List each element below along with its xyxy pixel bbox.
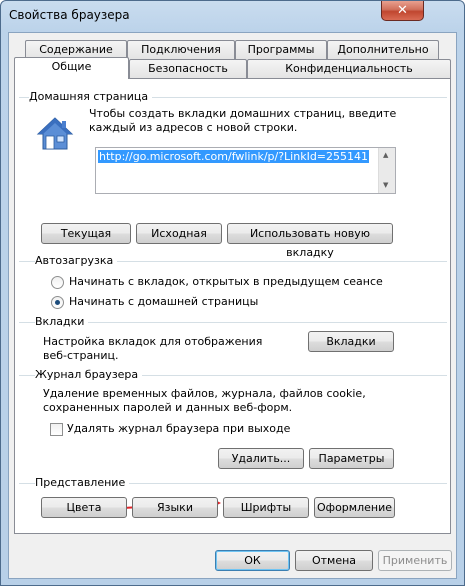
delete-on-exit-checkbox[interactable] [50,423,63,436]
tab-general[interactable]: Общие [14,57,129,79]
fonts-button[interactable]: Шрифты [223,497,309,518]
scroll-down-icon[interactable]: ▼ [383,181,388,189]
window-title: Свойства браузера [9,8,130,22]
home-description-1: Чтобы создать вкладки домашних страниц, … [89,107,397,120]
use-new-tab-button[interactable]: Использовать новую вкладку [227,223,393,259]
languages-button[interactable]: Языки [132,497,218,518]
home-section-label: Домашняя страница [29,90,153,103]
startup-tabs-label[interactable]: Начинать с вкладок, открытых в предыдуще… [69,275,383,289]
startup-tabs-radio[interactable] [51,276,64,289]
tab-programs[interactable]: Программы [235,40,327,59]
history-description-2: сохраненных паролей и данных веб-форм. [43,401,293,414]
tab-advanced[interactable]: Дополнительно [327,40,439,59]
close-icon: ✕ [397,3,408,18]
home-description-2: каждый из адресов с новой строки. [89,121,298,134]
tab-privacy[interactable]: Конфиденциальность [247,59,451,78]
tabs-settings-button[interactable]: Вкладки [308,331,394,352]
colors-button[interactable]: Цвета [41,497,127,518]
home-page-icon [35,116,75,152]
use-current-button[interactable]: Текущая [41,223,131,244]
history-description-1: Удаление временных файлов, журнала, файл… [43,387,366,400]
ok-button[interactable]: ОК [215,550,290,571]
dialog-window: Свойства браузера ✕ Содержание Подключен… [0,0,465,586]
close-button[interactable]: ✕ [381,1,424,21]
title-bar[interactable]: Свойства браузера ✕ [1,1,464,31]
dialog-content: Содержание Подключения Программы Дополни… [8,32,457,579]
url-scrollbar[interactable]: ▲ ▼ [378,148,395,193]
startup-home-label[interactable]: Начинать с домашней страницы [69,295,258,309]
accessibility-button[interactable]: Оформление [314,497,395,518]
general-tab-panel: Домашняя страница Чтобы создать вкладки … [14,78,451,534]
scroll-up-icon[interactable]: ▲ [383,151,388,159]
apply-button[interactable]: Применить [378,550,452,571]
tab-connections[interactable]: Подключения [127,40,235,59]
tabs-section-label: Вкладки [35,315,89,328]
history-settings-button[interactable]: Параметры [309,448,394,469]
tabs-description-1: Настройка вкладок для отображения [43,335,263,348]
home-url-textarea[interactable]: http://go.microsoft.com/fwlink/p/?LinkId… [95,147,396,194]
tabs-description-2: веб-страниц. [43,349,119,362]
home-url-value: http://go.microsoft.com/fwlink/p/?LinkId… [98,150,370,163]
startup-home-radio[interactable] [51,296,64,309]
use-default-button[interactable]: Исходная [136,223,222,244]
startup-section-label: Автозагрузка [35,254,118,267]
cancel-button[interactable]: Отмена [295,550,373,571]
history-section-label: Журнал браузера [35,368,143,381]
appearance-section-label: Представление [35,476,130,489]
tab-security[interactable]: Безопасность [129,59,247,78]
delete-on-exit-label[interactable]: Удалять журнал браузера при выходе [67,422,290,436]
delete-history-button[interactable]: Удалить... [218,448,304,469]
